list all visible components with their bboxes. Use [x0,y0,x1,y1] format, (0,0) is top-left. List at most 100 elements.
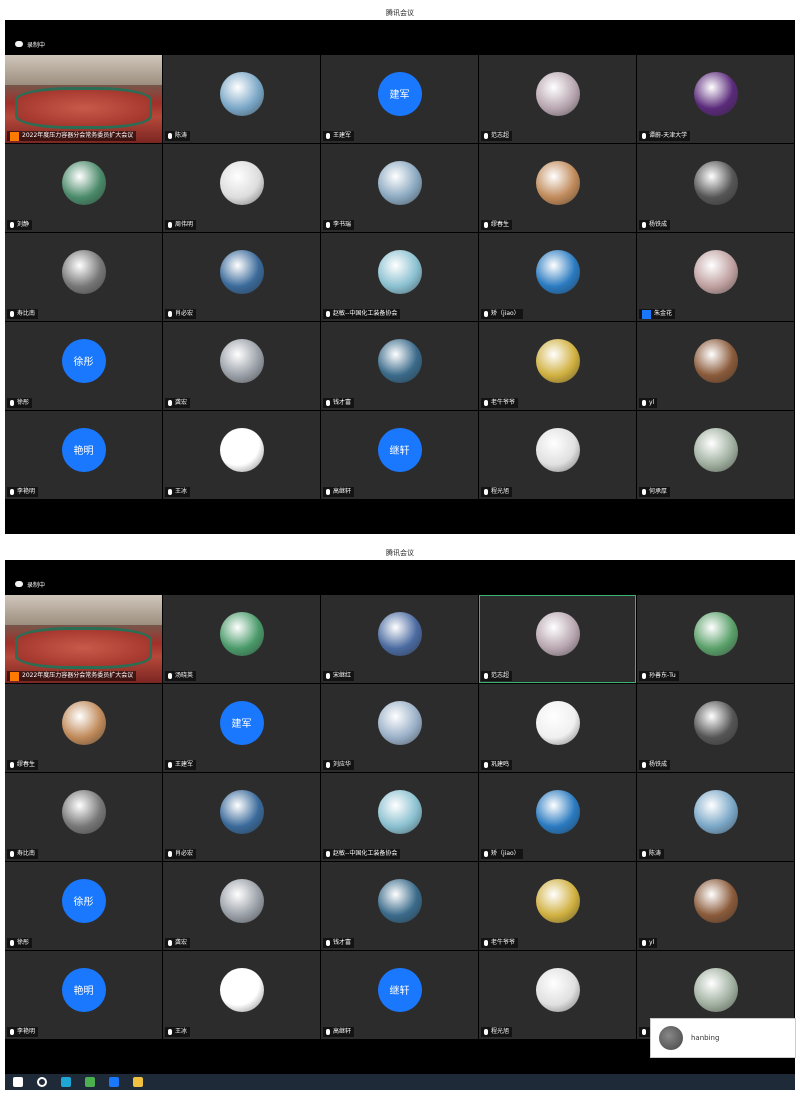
participant-tile[interactable]: 2022年度压力容器分会常务委员扩大会议 [5,55,162,143]
participant-tile[interactable]: 钱才富 [321,322,478,410]
participant-name: 王建军 [333,132,352,139]
participant-name-tag: 赵敏--中国化工装备协会 [323,849,401,859]
participant-name-tag: 杨铁成 [639,220,671,230]
participant-name-tag: 宋继红 [323,671,355,681]
participant-tile[interactable]: 孙善东-Tu [637,595,794,683]
participant-tile[interactable]: 程光旭 [479,411,636,499]
participant-tile[interactable]: 龚宏 [163,862,320,950]
participant-tile[interactable]: 杨铁成 [637,684,794,772]
participant-tile[interactable]: 艳明 李艳明 [5,411,162,499]
participant-tile[interactable]: 陈涛 [163,55,320,143]
participant-name-tag: 高继轩 [323,1027,355,1037]
chrome-icon[interactable] [85,1077,95,1087]
participant-tile[interactable]: 赵敏--中国化工装备协会 [321,773,478,861]
participant-tile[interactable]: 赵敏--中国化工装备协会 [321,233,478,321]
participant-name: 缪春生 [491,221,510,228]
participant-tile[interactable]: 建军 王建军 [163,684,320,772]
participant-tile[interactable]: yl [637,322,794,410]
participant-tile[interactable]: 钱才富 [321,862,478,950]
tencent-meeting-icon[interactable] [109,1077,119,1087]
participant-name: 王冰 [175,488,188,495]
participant-tile[interactable]: 寿比南 [5,233,162,321]
participant-tile[interactable]: 刘应华 [321,684,478,772]
participant-tile[interactable]: 继轩 高继轩 [321,411,478,499]
join-notification[interactable]: hanbing [650,1018,796,1058]
participant-tile[interactable]: 肖必宏 [163,233,320,321]
participant-tile[interactable]: 陈涛 [637,773,794,861]
microphone-icon [326,1029,330,1035]
participant-name-tag: 朱金花 [639,309,676,319]
microphone-icon [642,489,646,495]
participant-tile[interactable]: 徐彤 徐彤 [5,862,162,950]
participant-tile[interactable]: 刘静 [5,144,162,232]
participant-tile[interactable]: 汤晓英 [163,595,320,683]
microphone-icon [642,851,646,857]
participant-tile[interactable]: 龚宏 [163,322,320,410]
participant-avatar: 徐彤 [61,878,106,923]
participant-name: 汤晓英 [175,672,194,679]
participant-name-tag: 肖必宏 [165,849,197,859]
participant-tile[interactable]: 周伟明 [163,144,320,232]
participant-tile[interactable]: 寿比南 [5,773,162,861]
participant-avatar: 艳明 [61,427,106,472]
participant-tile[interactable]: 老牛爷爷 [479,322,636,410]
microphone-icon [484,762,488,768]
participant-tile[interactable]: 2022年度压力容器分会常务委员扩大会议 [5,595,162,683]
participant-avatar: 徐彤 [61,338,106,383]
participant-tile[interactable]: 朱金花 [637,233,794,321]
participant-name-tag: 刘应华 [323,760,355,770]
microphone-icon [484,311,488,317]
recording-indicator[interactable]: 录制中 [5,576,795,592]
microphone-icon [326,940,330,946]
search-icon[interactable] [37,1077,47,1087]
wind-turbine-photo [377,789,422,834]
participant-tile[interactable]: 巩建鸣 [479,684,636,772]
participant-name: 朱金花 [654,310,673,317]
participant-tile[interactable]: 宋继红 [321,595,478,683]
participant-name: 高继轩 [333,488,352,495]
participant-name: 陈涛 [649,850,662,857]
microphone-icon [484,489,488,495]
participant-name: 李艳明 [17,1028,36,1035]
participant-name: 老牛爷爷 [491,939,516,946]
participant-tile[interactable]: 王冰 [163,411,320,499]
participant-tile[interactable]: yl [637,862,794,950]
participant-tile[interactable]: 何承厚 [637,411,794,499]
participant-tile[interactable]: 老牛爷爷 [479,862,636,950]
microphone-icon [10,762,14,768]
participant-name: 徐彤 [17,939,30,946]
windows-start-icon[interactable] [13,1077,23,1087]
participant-tile[interactable]: 缪春生 [5,684,162,772]
microphone-icon [168,940,172,946]
participant-tile[interactable]: 王冰 [163,951,320,1039]
window-title: 腾讯会议 [5,540,795,560]
participant-tile[interactable]: 艳明 李艳明 [5,951,162,1039]
participant-tile[interactable]: 谭蔚-天津大学 [637,55,794,143]
sunset-clouds-photo [219,789,264,834]
participant-tile[interactable]: 李书瑞 [321,144,478,232]
edge-browser-icon[interactable] [61,1077,71,1087]
participant-tile[interactable]: 继轩 高继轩 [321,951,478,1039]
participant-tile[interactable]: 矫（jiao） [479,773,636,861]
meeting-window-1: 腾讯会议 录制中 2022年度压力容器分会常务委员扩大会议 陈涛 建军 王建军 范志超谭… [5,0,795,534]
recording-indicator[interactable]: 录制中 [5,36,795,52]
participant-name: 李书瑞 [333,221,352,228]
participant-tile[interactable]: 矫（jiao） [479,233,636,321]
participant-tile[interactable]: 肖必宏 [163,773,320,861]
microphone-icon [642,222,646,228]
portrait-suit-photo [377,611,422,656]
participant-name: 钱才富 [333,399,352,406]
microphone-icon [326,133,330,139]
participant-name: 矫（jiao） [491,850,520,857]
microphone-icon [168,311,172,317]
file-explorer-icon[interactable] [133,1077,143,1087]
participant-tile[interactable]: 缪春生 [479,144,636,232]
participant-tile[interactable]: 范志超 [479,595,636,683]
participant-tile[interactable]: 范志超 [479,55,636,143]
participant-tile[interactable]: 程光旭 [479,951,636,1039]
participant-name-tag: 寿比南 [7,309,39,319]
participant-tile[interactable]: 杨铁成 [637,144,794,232]
participant-name-tag: 高继轩 [323,487,355,497]
participant-tile[interactable]: 徐彤 徐彤 [5,322,162,410]
participant-tile[interactable]: 建军 王建军 [321,55,478,143]
